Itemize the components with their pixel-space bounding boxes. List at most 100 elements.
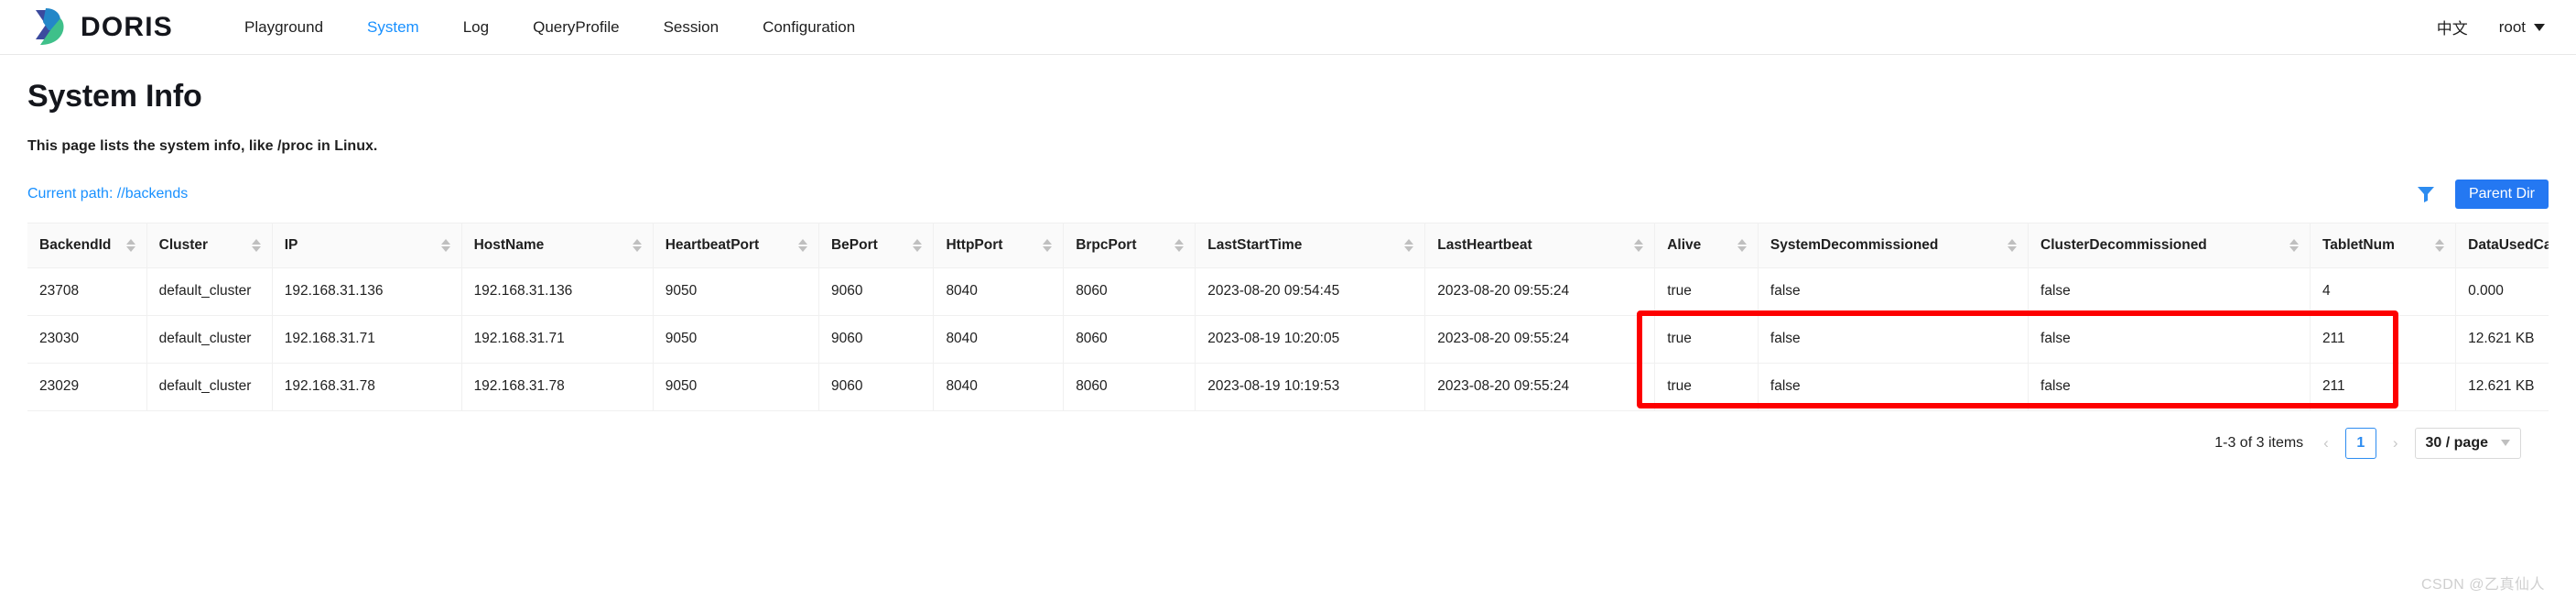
- cell-cluster: default_cluster: [146, 315, 273, 364]
- column-header-label: ClusterDecommissioned: [2040, 236, 2207, 253]
- cell-heartbeatport: 9050: [653, 267, 819, 316]
- cell-backendid[interactable]: 23708: [27, 267, 147, 316]
- nav-item-session[interactable]: Session: [642, 0, 741, 54]
- sort-arrows-icon[interactable]: [632, 238, 642, 252]
- cell-systemdecommissioned: false: [1758, 267, 2029, 316]
- column-header-backendid[interactable]: BackendId: [27, 223, 147, 268]
- funnel-filter-icon[interactable]: [2417, 186, 2435, 202]
- sort-arrows-icon[interactable]: [125, 238, 135, 252]
- column-header-label: HostName: [473, 236, 545, 253]
- table-header-row: BackendId Cluster IP HostName HeartbeatPort B…: [27, 223, 2549, 268]
- column-header-systemdecommissioned[interactable]: SystemDecommissioned: [1758, 223, 2029, 268]
- column-header-heartbeatport[interactable]: HeartbeatPort: [653, 223, 819, 268]
- table-head: BackendId Cluster IP HostName HeartbeatPort B…: [27, 223, 2549, 268]
- current-path-link[interactable]: Current path: //backends: [27, 186, 188, 202]
- column-header-httpport[interactable]: HttpPort: [933, 223, 1065, 268]
- cell-ip: 192.168.31.71: [272, 315, 462, 364]
- column-header-clusterdecommissioned[interactable]: ClusterDecommissioned: [2028, 223, 2311, 268]
- column-header-label: IP: [284, 236, 298, 253]
- cell-systemdecommissioned: false: [1758, 315, 2029, 364]
- topbar-right: 中文 root: [2437, 16, 2545, 38]
- sort-arrows-icon[interactable]: [251, 238, 261, 252]
- main-nav: Playground System Log QueryProfile Sessi…: [222, 0, 877, 54]
- path-row: Current path: //backends Parent Dir: [27, 179, 2549, 210]
- user-menu[interactable]: root: [2499, 18, 2545, 37]
- cell-heartbeatport: 9050: [653, 363, 819, 411]
- cell-cluster: default_cluster: [146, 267, 273, 316]
- cell-httpport: 8040: [933, 315, 1065, 364]
- column-header-label: BrpcPort: [1076, 236, 1137, 253]
- cell-backendid[interactable]: 23029: [27, 363, 147, 411]
- cell-beport: 9060: [818, 315, 935, 364]
- cell-beport: 9060: [818, 267, 935, 316]
- cell-hostname: 192.168.31.136: [461, 267, 654, 316]
- cell-backendid[interactable]: 23030: [27, 315, 147, 364]
- cell-cluster: default_cluster: [146, 363, 273, 411]
- column-header-cluster[interactable]: Cluster: [146, 223, 273, 268]
- watermark: CSDN @乙真仙人: [2420, 577, 2545, 593]
- column-header-label: HttpPort: [946, 236, 1003, 253]
- cell-datausedcapacity: 0.000: [2455, 267, 2549, 316]
- column-header-brpcport[interactable]: BrpcPort: [1063, 223, 1196, 268]
- cell-alive: true: [1654, 315, 1759, 364]
- nav-item-configuration[interactable]: Configuration: [741, 0, 877, 54]
- cell-ip: 192.168.31.136: [272, 267, 462, 316]
- user-menu-label: root: [2498, 17, 2526, 36]
- page-title: System Info: [27, 79, 202, 114]
- column-header-beport[interactable]: BePort: [818, 223, 935, 268]
- nav-item-queryprofile[interactable]: QueryProfile: [511, 0, 641, 54]
- sort-arrows-icon[interactable]: [1174, 238, 1185, 252]
- sort-arrows-icon[interactable]: [1737, 238, 1747, 252]
- cell-hostname: 192.168.31.71: [461, 315, 654, 364]
- sort-arrows-icon[interactable]: [2008, 238, 2018, 252]
- language-toggle[interactable]: 中文: [2437, 16, 2468, 38]
- column-header-hostname[interactable]: HostName: [461, 223, 654, 268]
- system-info-table-wrapper: BackendId Cluster IP HostName HeartbeatPort B…: [27, 223, 2549, 411]
- cell-lastheartbeat: 2023-08-20 09:55:24: [1424, 315, 1656, 364]
- pagination-page-1[interactable]: 1: [2344, 427, 2376, 459]
- chevron-down-icon: [2534, 23, 2545, 31]
- nav-item-playground[interactable]: Playground: [222, 0, 345, 54]
- chevron-down-icon: [2501, 440, 2510, 446]
- sort-arrows-icon[interactable]: [2435, 238, 2445, 252]
- nav-item-log[interactable]: Log: [441, 0, 511, 54]
- column-header-label: BePort: [830, 236, 878, 253]
- chevron-right-icon[interactable]: ›: [2389, 434, 2402, 452]
- sort-arrows-icon[interactable]: [1043, 238, 1053, 252]
- table-row: 23030 default_cluster 192.168.31.71 192.168…: [27, 315, 2549, 364]
- column-header-lastheartbeat[interactable]: LastHeartbeat: [1424, 223, 1656, 268]
- cell-clusterdecommissioned: false: [2028, 315, 2311, 364]
- sort-arrows-icon[interactable]: [1404, 238, 1414, 252]
- cell-tabletnum: 4: [2310, 267, 2457, 316]
- sort-arrows-icon[interactable]: [440, 238, 450, 252]
- sort-arrows-icon[interactable]: [913, 238, 923, 252]
- sort-arrows-icon[interactable]: [2289, 238, 2299, 252]
- page-content: System Info This page lists the system i…: [0, 55, 2576, 593]
- parent-dir-button[interactable]: Parent Dir: [2454, 180, 2549, 209]
- chevron-left-icon[interactable]: ‹: [2320, 434, 2332, 452]
- table-body: 23708 default_cluster 192.168.31.136 192.16…: [27, 267, 2549, 411]
- sort-arrows-icon[interactable]: [797, 238, 807, 252]
- column-header-label: Alive: [1667, 236, 1702, 253]
- sort-arrows-icon[interactable]: [1634, 238, 1644, 252]
- column-header-label: LastStartTime: [1207, 236, 1303, 253]
- cell-hostname: 192.168.31.78: [461, 363, 654, 411]
- page-description: This page lists the system info, like /p…: [27, 138, 378, 154]
- brand[interactable]: DORIS: [27, 6, 173, 49]
- column-header-laststarttime[interactable]: LastStartTime: [1195, 223, 1426, 268]
- page-size-select[interactable]: 30 / page: [2414, 427, 2521, 459]
- column-header-datausedcapacity[interactable]: DataUsedCapacity: [2455, 223, 2549, 268]
- top-navigation-bar: DORIS Playground System Log QueryProfile…: [0, 0, 2576, 55]
- cell-lastheartbeat: 2023-08-20 09:55:24: [1424, 363, 1656, 411]
- cell-laststarttime: 2023-08-19 10:19:53: [1195, 363, 1426, 411]
- cell-systemdecommissioned: false: [1758, 363, 2029, 411]
- cell-laststarttime: 2023-08-19 10:20:05: [1195, 315, 1426, 364]
- cell-lastheartbeat: 2023-08-20 09:55:24: [1424, 267, 1656, 316]
- column-header-ip[interactable]: IP: [272, 223, 462, 268]
- column-header-tabletnum[interactable]: TabletNum: [2310, 223, 2457, 268]
- page-size-label: 30 / page: [2425, 434, 2488, 451]
- cell-httpport: 8040: [933, 363, 1065, 411]
- column-header-alive[interactable]: Alive: [1654, 223, 1759, 268]
- nav-item-system[interactable]: System: [345, 0, 441, 54]
- cell-beport: 9060: [818, 363, 935, 411]
